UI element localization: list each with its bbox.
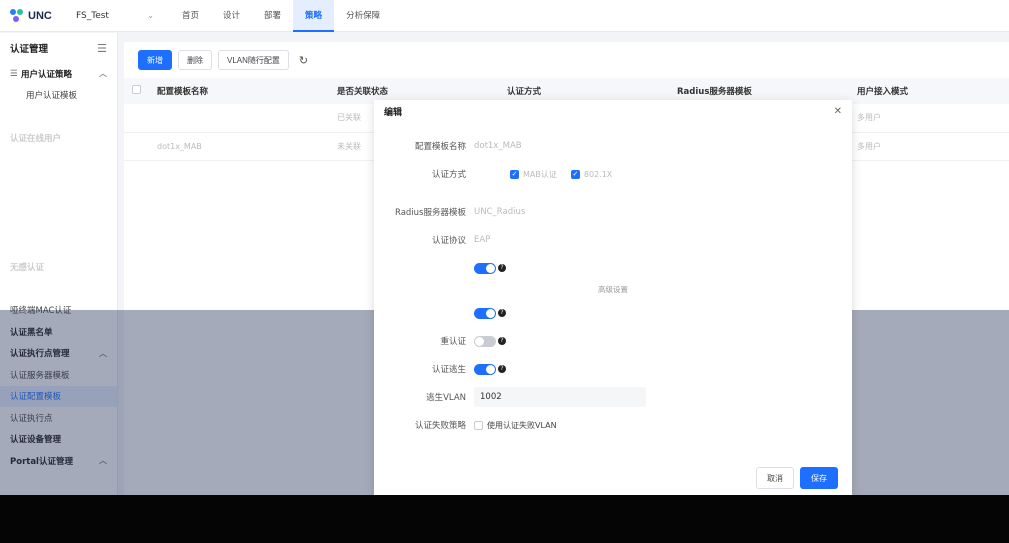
escape-toggle[interactable]: [474, 363, 496, 375]
sidebar-item-user-auth-policy[interactable]: ☰ 用户认证策略 ︿: [0, 63, 117, 85]
row-select-cell[interactable]: [124, 104, 149, 133]
fail-vlan-checkbox[interactable]: 使用认证失败VLAN: [474, 420, 557, 431]
col-access-mode[interactable]: 用户接入模式: [849, 78, 1009, 104]
menu-collapse-icon[interactable]: ☰: [97, 42, 107, 55]
checkbox-label: 使用认证失败VLAN: [487, 420, 557, 430]
sidebar-header: 认证管理 ☰: [0, 33, 117, 63]
help-icon[interactable]: ?: [498, 365, 506, 373]
nav-design[interactable]: 设计: [211, 0, 252, 32]
radius-value: UNC_Radius: [474, 207, 526, 217]
fail-policy-row: 认证失败策略 使用认证失败VLAN: [374, 413, 852, 437]
checkbox-label: 802.1X: [583, 169, 613, 179]
select-all-cell[interactable]: [124, 78, 149, 104]
hidden-toggle-switch-2[interactable]: [474, 307, 496, 319]
sidebar-title: 认证管理: [10, 44, 49, 55]
escape-label: 认证逃生: [431, 365, 466, 375]
row-access-mode: 多用户: [849, 132, 1009, 161]
sidebar-item-hidden[interactable]: [0, 192, 117, 214]
refresh-icon[interactable]: ↻: [299, 54, 308, 67]
auth-mode-row: 认证方式 ✓ MAB认证 ✓ 802.1X: [374, 162, 852, 186]
help-icon[interactable]: ?: [498, 264, 506, 272]
checkbox-empty-icon: [474, 420, 483, 430]
top-nav-bar: UNC FS_Test ⌄ 首页 设计 部署 策略 分析保障: [0, 0, 1009, 32]
project-name: FS_Test: [76, 10, 109, 21]
checkbox-label: MAB认证: [523, 169, 557, 179]
row-access-mode: 多用户: [849, 104, 1009, 133]
dialog-title: 编辑: [384, 107, 403, 118]
sidebar-item-hidden[interactable]: [0, 214, 117, 236]
protocol-row: 认证协议 EAP: [374, 228, 852, 252]
dialog-header: 编辑 ✕: [374, 100, 852, 122]
sidebar-item-label: 无感认证: [10, 263, 45, 274]
help-icon[interactable]: ?: [498, 337, 506, 345]
escape-vlan-row: 逃生VLAN 1002: [374, 385, 852, 409]
sidebar-item-label: 用户认证模板: [26, 91, 78, 102]
sidebar-item-user-auth-template[interactable]: 用户认证模板: [0, 85, 117, 107]
sidebar-item-hidden[interactable]: [0, 278, 117, 300]
sidebar-item-seamless-auth[interactable]: 无感认证: [0, 257, 117, 279]
sidebar-item-hidden[interactable]: [0, 106, 117, 128]
toolbar: 新增 删除 VLAN随行配置 ↻: [124, 42, 1009, 78]
auth-mode-label: 认证方式: [431, 170, 466, 180]
edit-dialog: 编辑 ✕ 配置模板名称 dot1x_MAB 认证方式 ✓ MAB认证 ✓ 802…: [374, 100, 852, 495]
dot1x-checkbox[interactable]: ✓ 802.1X: [570, 169, 613, 179]
template-name-label: 配置模板名称: [414, 142, 466, 152]
nav-home[interactable]: 首页: [170, 0, 211, 32]
mab-auth-checkbox[interactable]: ✓ MAB认证: [510, 169, 557, 180]
vlan-config-button[interactable]: VLAN随行配置: [218, 50, 289, 70]
template-name-row: 配置模板名称 dot1x_MAB: [374, 134, 852, 158]
escape-vlan-input[interactable]: 1002: [474, 387, 646, 407]
brand-name: UNC: [28, 9, 52, 22]
nav-policy[interactable]: 策略: [293, 0, 335, 32]
dialog-footer: 取消 保存: [756, 467, 838, 489]
advanced-settings-link[interactable]: 高级设置: [374, 284, 852, 295]
radius-row: Radius服务器模板 UNC_Radius: [374, 200, 852, 224]
row-template-name: [149, 104, 329, 133]
nav-deploy[interactable]: 部署: [252, 0, 293, 32]
bottom-black-region: [0, 495, 1009, 543]
chevron-up-icon: ︿: [99, 69, 107, 79]
sidebar-item-label: 用户认证策略: [21, 69, 73, 80]
protocol-value: EAP: [474, 235, 491, 245]
sidebar-item-hidden[interactable]: [0, 235, 117, 257]
reauth-toggle[interactable]: [474, 335, 496, 347]
brand-logo[interactable]: UNC: [0, 8, 70, 23]
escape-row: 认证逃生 ?: [374, 357, 852, 381]
save-button[interactable]: 保存: [800, 467, 838, 489]
reauth-row: 重认证 ?: [374, 329, 852, 353]
nav-analysis[interactable]: 分析保障: [334, 0, 392, 32]
hidden-toggle-row-2: ?: [374, 301, 852, 325]
template-name-value: dot1x_MAB: [474, 141, 522, 151]
project-selector[interactable]: FS_Test ⌄: [70, 6, 160, 26]
add-button[interactable]: 新增: [138, 50, 172, 70]
close-icon[interactable]: ✕: [834, 106, 842, 117]
row-template-name: dot1x_MAB: [149, 132, 329, 161]
reauth-label: 重认证: [440, 337, 466, 347]
sidebar-item-label: 认证在线用户: [10, 134, 62, 145]
select-all-checkbox[interactable]: [132, 85, 141, 94]
fail-policy-label: 认证失败策略: [414, 421, 466, 431]
hidden-toggle-switch[interactable]: [474, 262, 496, 274]
delete-button[interactable]: 删除: [178, 50, 212, 70]
radius-label: Radius服务器模板: [394, 208, 466, 218]
sidebar-item-online-users[interactable]: 认证在线用户: [0, 128, 117, 150]
protocol-label: 认证协议: [431, 236, 466, 246]
hidden-toggle-row: ?: [374, 256, 852, 280]
help-icon[interactable]: ?: [498, 309, 506, 317]
sidebar-item-hidden[interactable]: [0, 171, 117, 193]
chevron-down-icon: ⌄: [147, 11, 154, 20]
cancel-button[interactable]: 取消: [756, 467, 794, 489]
sidebar-item-hidden[interactable]: [0, 149, 117, 171]
escape-vlan-value: 1002: [480, 392, 502, 402]
main-nav: 首页 设计 部署 策略 分析保障: [170, 0, 392, 32]
checkbox-checked-icon: ✓: [510, 169, 519, 179]
escape-vlan-label: 逃生VLAN: [426, 393, 466, 403]
checkbox-checked-icon: ✓: [570, 169, 580, 179]
row-select-cell[interactable]: [124, 132, 149, 161]
col-template-name[interactable]: 配置模板名称: [149, 78, 329, 104]
brand-logo-icon: [10, 8, 24, 23]
group-icon: ☰: [10, 68, 18, 79]
